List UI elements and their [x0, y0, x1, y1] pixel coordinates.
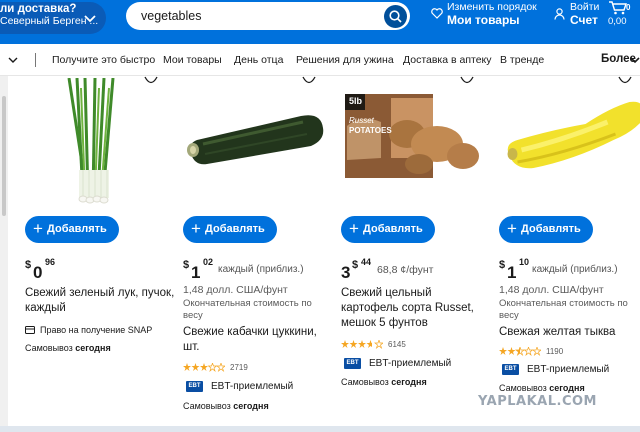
reorder-label: Изменить порядок [447, 1, 537, 13]
nav-item-my-items[interactable]: Мои товары [163, 54, 222, 66]
watermark-logo: YAPLAKAL.COM [478, 394, 597, 409]
chevron-down-icon [84, 15, 96, 23]
nav-item-pharmacy-delivery[interactable]: Доставка в аптеку [403, 54, 492, 66]
sign-in-label: Войти [570, 1, 600, 13]
product-card-russet-potatoes[interactable]: 5lb Russet POTATOES + Добавлять 3 $ 44 68… [341, 76, 491, 432]
star-rating-icon [499, 347, 541, 356]
review-count: 1190 [546, 347, 564, 356]
scrollbar-thumb[interactable] [2, 96, 6, 216]
product-image-zucchini[interactable] [183, 78, 333, 208]
search-icon [389, 10, 402, 23]
scrollbar[interactable] [0, 76, 8, 432]
product-image-yellow-squash[interactable] [499, 78, 640, 208]
account-label: Счет [570, 13, 598, 27]
product-card-yellow-squash[interactable]: + Добавлять $ 1 10 каждый (приблиз.) 1,48… [499, 76, 640, 432]
cart-count: 0 [626, 3, 631, 12]
os-taskbar [0, 426, 640, 432]
reorder-my-items[interactable]: Изменить порядок Мои товары [431, 1, 537, 27]
pickup-availability: Самовывоз сегодня [499, 383, 585, 393]
star-rating: 2719 [183, 363, 263, 373]
bag-label-mid: Russet [349, 116, 374, 125]
pickup-availability: Самовывоз сегодня [341, 377, 427, 387]
chevron-down-icon[interactable] [630, 57, 640, 64]
star-rating: 1190 [499, 347, 579, 357]
review-count: 2719 [230, 363, 248, 372]
price-per-unit: 1,48 долл. США/фунт [183, 284, 288, 296]
final-cost-note: Окончательная стоимость по весу [183, 298, 312, 321]
product-card-green-onions[interactable]: + Добавлять $ 0 96 Свежий зеленый лук, пу… [25, 76, 175, 432]
nav-item-dinner-solutions[interactable]: Решения для ужина [296, 54, 394, 66]
category-nav: Получите это быстро Мои товары День отца… [0, 44, 640, 76]
nav-item-get-it-fast[interactable]: Получите это быстро [52, 54, 155, 66]
nav-divider [35, 53, 36, 67]
product-title[interactable]: Свежая желтая тыква [499, 325, 640, 340]
product-card-zucchini[interactable]: + Добавлять $ 1 02 каждый (приблиз.) 1,48… [183, 76, 333, 432]
pickup-delivery-selector[interactable]: ли доставка? Северный Берген ... [0, 2, 106, 34]
my-items-label: Мои товары [447, 13, 520, 27]
product-title[interactable]: Свежий зеленый лук, пучок, каждый [25, 286, 175, 316]
add-to-cart-button[interactable]: + Добавлять [25, 216, 119, 243]
star-rating: 6145 [341, 340, 421, 350]
review-count: 6145 [388, 340, 406, 349]
product-title[interactable]: Свежие кабачки цуккини, шт. [183, 325, 333, 355]
plus-icon: + [507, 219, 517, 238]
cart-icon [609, 1, 627, 15]
search-input[interactable]: vegetables [141, 9, 201, 23]
nav-item-fathers-day[interactable]: День отца [234, 54, 283, 66]
ebt-icon: EBT [344, 358, 361, 369]
product-image-green-onions[interactable] [25, 78, 175, 208]
add-to-cart-button[interactable]: + Добавлять [183, 216, 277, 243]
bag-label-bottom: POTATOES [349, 126, 392, 135]
pickup-availability: Самовывоз сегодня [183, 401, 269, 411]
top-header: ли доставка? Северный Берген ... vegetab… [0, 0, 640, 44]
search-bar[interactable]: vegetables [126, 2, 410, 30]
snap-card-icon [25, 326, 35, 334]
product-image-russet-potatoes[interactable] [341, 78, 491, 208]
cart-total: 0,00 [608, 16, 627, 27]
cart-button[interactable]: 0 0,00 [608, 0, 631, 27]
star-rating-icon [341, 340, 383, 349]
account-menu[interactable]: Войти Счет [554, 1, 600, 27]
chevron-down-icon[interactable] [8, 57, 18, 64]
heart-icon [431, 8, 443, 19]
ebt-icon: EBT [502, 364, 519, 375]
user-icon [554, 8, 565, 20]
ebt-icon: EBT [186, 381, 203, 392]
add-to-cart-button[interactable]: + Добавлять [341, 216, 435, 243]
price-per-unit: 1,48 долл. США/фунт [499, 284, 604, 296]
plus-icon: + [33, 219, 43, 238]
product-title[interactable]: Свежий цельный картофель сорта Russet, м… [341, 286, 491, 331]
star-rating-icon [183, 363, 225, 372]
plus-icon: + [349, 219, 359, 238]
add-to-cart-button[interactable]: + Добавлять [499, 216, 593, 243]
nav-item-trending[interactable]: В тренде [500, 54, 544, 66]
search-button[interactable] [384, 5, 407, 28]
plus-icon: + [191, 219, 201, 238]
bag-label-top: 5lb [349, 96, 363, 106]
pickup-availability: Самовывоз сегодня [25, 343, 111, 353]
final-cost-note: Окончательная стоимость по весу [499, 298, 628, 321]
